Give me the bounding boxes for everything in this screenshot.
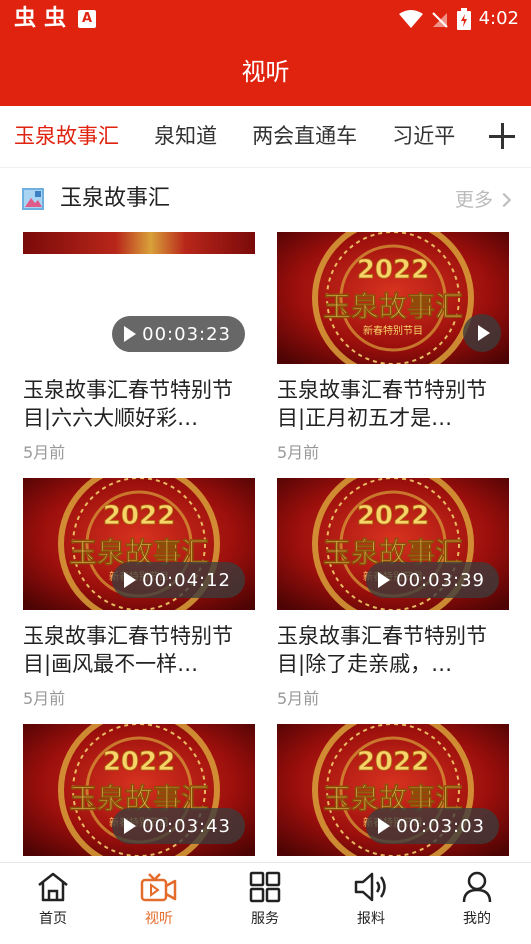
video-card[interactable]: 2022玉泉故事汇新春特别节目 00:03:43 [23, 724, 255, 856]
tab-xi-jinping[interactable]: 习近平 [392, 106, 455, 166]
play-button[interactable] [463, 314, 501, 352]
clock: 4:02 [478, 8, 519, 29]
play-icon [124, 326, 137, 342]
svg-text:2022: 2022 [357, 501, 429, 531]
user-icon [462, 871, 492, 903]
add-channel-icon[interactable] [489, 123, 515, 149]
video-card[interactable]: 2022 玉泉故事汇 新春特别节目 玉泉故事汇春节特别节目|正月初五才是… 5月前 [277, 232, 509, 464]
nav-profile[interactable]: 我的 [437, 871, 517, 929]
duration-text: 00:04:12 [142, 569, 231, 591]
status-left: 虫 虫 A [14, 6, 97, 32]
duration-text: 00:03:23 [142, 323, 231, 345]
svg-text:新春特别节目: 新春特别节目 [363, 324, 423, 337]
video-thumbnail[interactable]: 2022 玉泉故事汇 新春特别节目 [277, 232, 509, 364]
video-thumbnail[interactable]: 2022玉泉故事汇新春特别节目 00:03:39 [277, 478, 509, 610]
video-thumbnail[interactable]: 00:03:23 [23, 232, 255, 364]
video-age: 5月前 [277, 443, 320, 462]
video-age: 5月前 [277, 689, 320, 708]
notification-glyph-1: 虫 [14, 6, 37, 31]
video-card[interactable]: 00:03:23 玉泉故事汇春节特别节目|六六大顺好彩… 5月前 [23, 232, 255, 464]
title-bar: 视听 [0, 40, 531, 106]
status-bar: 虫 虫 A 4:02 [0, 0, 531, 40]
svg-text:2022: 2022 [103, 747, 175, 777]
nav-services-label: 服务 [251, 911, 279, 927]
play-icon [378, 572, 391, 588]
video-age: 5月前 [23, 443, 66, 462]
tab-quan-zhidao[interactable]: 泉知道 [154, 106, 217, 166]
video-age: 5月前 [23, 689, 66, 708]
video-card[interactable]: 2022玉泉故事汇新春特别节目 00:04:12 玉泉故事汇春节特别节目|画风最… [23, 478, 255, 710]
wifi-icon [398, 10, 423, 28]
svg-text:2022: 2022 [103, 501, 175, 531]
notification-glyph-2: 虫 [44, 6, 67, 31]
duration-badge: 00:03:43 [112, 808, 245, 844]
svg-text:玉泉故事汇: 玉泉故事汇 [323, 290, 463, 323]
video-title[interactable]: 玉泉故事汇春节特别节目|画风最不一样… [23, 622, 255, 678]
nav-report[interactable]: 报料 [331, 871, 411, 929]
nav-home[interactable]: 首页 [13, 871, 93, 929]
play-icon [478, 325, 490, 341]
more-label: 更多 [454, 189, 493, 211]
play-icon [124, 818, 137, 834]
home-icon [38, 872, 68, 902]
chevron-right-icon [496, 192, 512, 208]
video-card[interactable]: 2022玉泉故事汇新春特别节目 00:03:39 玉泉故事汇春节特别节目|除了走… [277, 478, 509, 710]
play-icon [378, 818, 391, 834]
duration-badge: 00:04:12 [112, 562, 245, 598]
duration-text: 00:03:39 [396, 569, 485, 591]
duration-badge: 00:03:03 [366, 808, 499, 844]
no-signal-icon [431, 12, 448, 28]
nav-home-label: 首页 [39, 911, 67, 927]
nav-profile-label: 我的 [463, 911, 491, 927]
section-title: 玉泉故事汇 [60, 186, 171, 211]
grid-icon [249, 871, 281, 903]
duration-badge: 00:03:39 [366, 562, 499, 598]
bottom-nav: 首页 视听 服务 报料 我的 [0, 862, 531, 944]
more-link[interactable]: 更多 [454, 186, 512, 214]
svg-text:2022: 2022 [357, 747, 429, 777]
video-thumbnail[interactable]: 2022玉泉故事汇新春特别节目 00:03:03 [277, 724, 509, 856]
nav-video-label: 视听 [145, 911, 173, 927]
status-right: 4:02 [398, 6, 519, 32]
video-title[interactable]: 玉泉故事汇春节特别节目|六六大顺好彩… [23, 376, 255, 432]
duration-badge: 00:03:23 [112, 316, 245, 352]
battery-icon [456, 8, 471, 30]
video-thumbnail[interactable]: 2022玉泉故事汇新春特别节目 00:04:12 [23, 478, 255, 610]
play-icon [124, 572, 137, 588]
video-title[interactable]: 玉泉故事汇春节特别节目|正月初五才是… [277, 376, 509, 432]
tab-two-sessions[interactable]: 两会直通车 [252, 106, 357, 166]
tab-yuquan-stories[interactable]: 玉泉故事汇 [14, 106, 119, 166]
video-icon [140, 873, 177, 902]
video-grid: 00:03:23 玉泉故事汇春节特别节目|六六大顺好彩… 5月前 2022 玉泉故… [0, 230, 531, 862]
page-title: 视听 [241, 58, 290, 86]
channel-tabs: 玉泉故事汇 泉知道 两会直通车 习近平 [14, 106, 479, 167]
section-header: 玉泉故事汇 更多 [0, 176, 531, 224]
nav-services[interactable]: 服务 [225, 871, 305, 929]
duration-text: 00:03:43 [142, 815, 231, 837]
svg-text:2022: 2022 [357, 255, 429, 285]
channel-tabbar: 玉泉故事汇 泉知道 两会直通车 习近平 [0, 106, 531, 168]
video-thumbnail[interactable]: 2022玉泉故事汇新春特别节目 00:03:43 [23, 724, 255, 856]
video-title[interactable]: 玉泉故事汇春节特别节目|除了走亲戚，… [277, 622, 509, 678]
duration-text: 00:03:03 [396, 815, 485, 837]
video-card[interactable]: 2022玉泉故事汇新春特别节目 00:03:03 [277, 724, 509, 856]
app-badge-icon: A [78, 10, 97, 28]
nav-report-label: 报料 [357, 911, 385, 927]
image-icon [22, 188, 44, 210]
speaker-icon [354, 872, 386, 902]
thumbnail-strip [23, 232, 255, 254]
nav-video[interactable]: 视听 [119, 871, 199, 929]
